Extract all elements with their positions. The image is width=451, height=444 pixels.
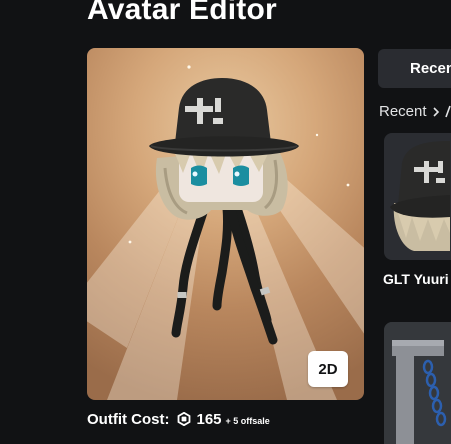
breadcrumb-item-recent[interactable]: Recent (379, 103, 427, 120)
breadcrumb: Recent (379, 101, 451, 121)
offsale-note: + 5 offsale (225, 415, 270, 426)
bucket-hat-hair-icon (390, 141, 450, 251)
outfit-cost: Outfit Cost: 165 + 5 offsale (87, 409, 270, 429)
tab-recent[interactable]: Recent (410, 60, 451, 77)
page-title: Avatar Editor (87, 0, 277, 26)
item-name[interactable]: GLT Yuuri (383, 271, 449, 287)
chain-accessory-icon (384, 322, 451, 444)
avatar-preview[interactable] (87, 48, 364, 400)
outfit-cost-value: 165 (196, 410, 222, 428)
view-2d-button[interactable]: 2D (308, 351, 348, 387)
robux-icon (177, 411, 191, 427)
breadcrumb-next-partial (444, 104, 451, 118)
chevron-right-icon (431, 105, 441, 117)
outfit-cost-label: Outfit Cost: (87, 410, 170, 428)
avatar-render (87, 65, 364, 400)
item-card[interactable] (384, 322, 451, 444)
tab-bar: Recent (378, 49, 451, 88)
item-card[interactable] (384, 133, 451, 260)
